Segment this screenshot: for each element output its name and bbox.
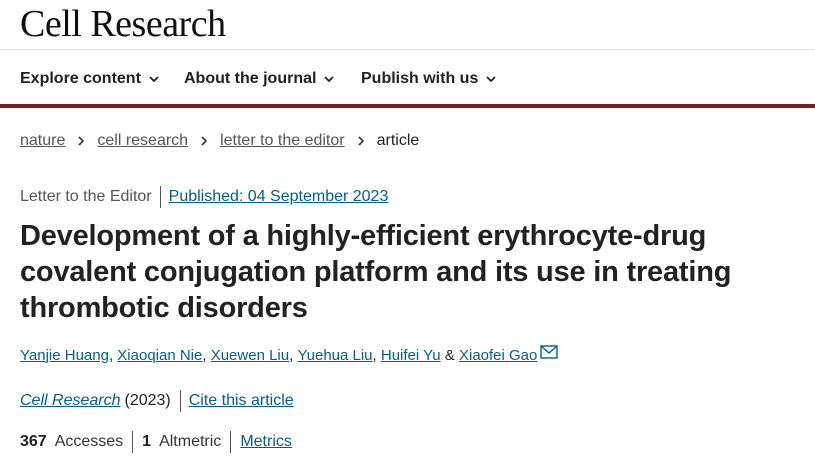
author-separator: , <box>202 346 211 364</box>
author-link[interactable]: Yanjie Huang <box>20 347 109 364</box>
chevron-right-icon <box>201 136 208 146</box>
breadcrumb-nature[interactable]: nature <box>20 132 65 150</box>
author-link[interactable]: Huifei Yu <box>381 347 441 364</box>
chevron-down-icon <box>149 76 159 83</box>
altmetric-count: 1 <box>142 433 152 450</box>
accesses-label: Accesses <box>54 433 124 450</box>
breadcrumb-letter-to-the-editor[interactable]: letter to the editor <box>220 132 345 150</box>
altmetric-metric: 1 Altmetric <box>142 431 232 453</box>
main-nav: Explore content About the journal Publis… <box>0 51 815 105</box>
article-metrics: 367 Accesses 1 Altmetric Metrics <box>20 431 292 453</box>
author-separator: , <box>108 346 118 364</box>
author-link-corresponding[interactable]: Xiaofei Gao <box>459 347 537 364</box>
nav-item-label: Publish with us <box>361 70 479 87</box>
nav-about-journal[interactable]: About the journal <box>184 68 335 90</box>
chevron-right-icon <box>78 136 85 146</box>
altmetric-label: Altmetric <box>159 433 222 450</box>
journal-logo[interactable]: Cell Research <box>20 2 226 46</box>
breadcrumb-cell-research[interactable]: cell research <box>97 132 188 150</box>
nav-item-label: Explore content <box>20 70 141 87</box>
cite-this-article-link[interactable]: Cite this article <box>189 392 294 410</box>
chevron-down-icon <box>324 76 335 83</box>
breadcrumb-current: article <box>376 132 420 149</box>
citation-row: Cell Research (2023) Cite this article <box>20 390 294 412</box>
nav-explore-content[interactable]: Explore content <box>20 68 159 90</box>
chevron-right-icon <box>358 136 364 146</box>
article-meta: Letter to the Editor Published: 04 Septe… <box>20 186 388 208</box>
nav-item-label: About the journal <box>184 70 317 87</box>
publication-year: (2023) <box>124 390 181 412</box>
author-link[interactable]: Xuewen Liu <box>211 347 289 364</box>
chevron-down-icon <box>486 76 496 83</box>
author-joiner: & <box>440 346 459 364</box>
article-type: Letter to the Editor <box>20 186 161 208</box>
author-link[interactable]: Yuehua Liu <box>297 347 372 364</box>
nav-accent-rule <box>0 104 815 108</box>
article-title: Development of a highly-efficient erythr… <box>20 220 732 324</box>
author-separator: , <box>289 346 298 364</box>
metrics-link[interactable]: Metrics <box>240 433 292 451</box>
brand-header: Cell Research <box>0 0 815 50</box>
breadcrumb: nature cell research letter to the edito… <box>20 130 419 152</box>
mail-icon[interactable] <box>540 345 559 359</box>
author-link[interactable]: Xiaoqian Nie <box>117 347 202 364</box>
accesses-count: 367 <box>20 433 47 450</box>
accesses-metric: 367 Accesses <box>20 431 134 453</box>
journal-name-link[interactable]: Cell Research <box>20 392 120 410</box>
nav-publish-with-us[interactable]: Publish with us <box>361 68 496 90</box>
author-list: Yanjie Huang, Xiaoqian Nie, Xuewen Liu, … <box>20 344 559 366</box>
author-separator: , <box>372 346 381 364</box>
published-date-link[interactable]: Published: 04 September 2023 <box>169 188 389 206</box>
